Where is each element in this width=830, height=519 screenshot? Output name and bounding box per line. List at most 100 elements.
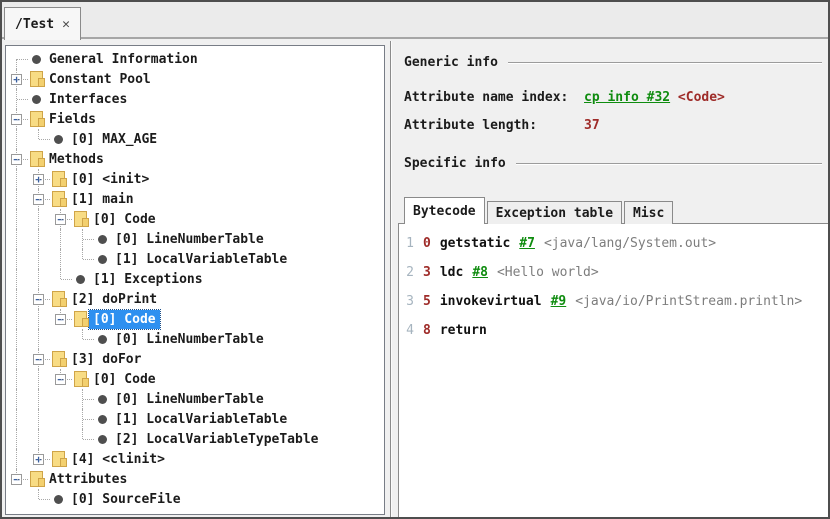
- bullet-icon: [98, 335, 107, 344]
- tree-node[interactable]: + [4] <clinit>: [6, 449, 384, 469]
- tree-node[interactable]: [1] LocalVariableTable: [6, 409, 384, 429]
- tree-node-label[interactable]: [1] LocalVariableTable: [111, 410, 291, 429]
- tree-node[interactable]: General Information: [6, 49, 384, 69]
- bytecode-panel[interactable]: 10getstatic#7<java/lang/System.out>23ldc…: [398, 223, 828, 517]
- constant-ref-link[interactable]: #9: [551, 294, 567, 309]
- tree-node[interactable]: − [1] main: [6, 189, 384, 209]
- collapse-icon[interactable]: −: [55, 214, 66, 225]
- tree-node-label[interactable]: Attributes: [45, 470, 131, 489]
- bullet-icon: [54, 135, 63, 144]
- tree-node-label[interactable]: [0] SourceFile: [67, 490, 185, 509]
- section-rule: [516, 163, 822, 165]
- tree-node-label[interactable]: [1] main: [67, 190, 138, 209]
- tree-node-label[interactable]: [2] doPrint: [67, 290, 161, 309]
- tree-guide: [6, 289, 28, 309]
- tree-guide: [6, 489, 28, 509]
- tree-node-label[interactable]: Constant Pool: [45, 70, 155, 89]
- collapse-icon[interactable]: −: [11, 114, 22, 125]
- bytecode-offset: 3: [423, 265, 431, 280]
- tree-guide: [50, 389, 72, 409]
- tree-node[interactable]: + Constant Pool: [6, 69, 384, 89]
- tree-node[interactable]: − [0] Code: [6, 369, 384, 389]
- tree-node-label[interactable]: [0] <init>: [67, 170, 153, 189]
- constant-ref-link[interactable]: #8: [472, 265, 488, 280]
- tree-node[interactable]: [0] SourceFile: [6, 489, 384, 509]
- tree-node-label[interactable]: Interfaces: [45, 90, 131, 109]
- tree-node-label[interactable]: [1] Exceptions: [89, 270, 207, 289]
- constant-ref-link[interactable]: #7: [519, 236, 535, 251]
- file-tab[interactable]: /Test ✕: [4, 7, 81, 40]
- folder-icon: [30, 151, 43, 167]
- tree-guide: [6, 429, 28, 449]
- tree-node[interactable]: − Fields: [6, 109, 384, 129]
- tree-node[interactable]: [0] MAX_AGE: [6, 129, 384, 149]
- collapse-icon[interactable]: −: [11, 154, 22, 165]
- tree-node-label[interactable]: [3] doFor: [67, 350, 145, 369]
- tree-node-label[interactable]: Methods: [45, 150, 108, 169]
- collapse-icon[interactable]: −: [33, 194, 44, 205]
- tree-guide: −: [28, 289, 50, 309]
- attribute-length-value: 37: [584, 112, 600, 140]
- section-rule: [508, 62, 822, 64]
- constant-pool-link[interactable]: cp info #32: [584, 90, 670, 105]
- tree-node-label[interactable]: [0] LineNumberTable: [111, 390, 268, 409]
- tree-node-label[interactable]: [0] Code: [89, 370, 160, 389]
- tree-node[interactable]: [2] LocalVariableTypeTable: [6, 429, 384, 449]
- collapse-icon[interactable]: −: [33, 294, 44, 305]
- tree-node-label[interactable]: General Information: [45, 50, 202, 69]
- tree-guide: +: [6, 69, 28, 89]
- tree-node[interactable]: [0] LineNumberTable: [6, 229, 384, 249]
- tree-node-label[interactable]: [1] LocalVariableTable: [111, 250, 291, 269]
- tree-node[interactable]: [1] Exceptions: [6, 269, 384, 289]
- tree-node[interactable]: Interfaces: [6, 89, 384, 109]
- class-structure-tree[interactable]: General Information + Constant PoolInterfa…: [5, 45, 385, 515]
- folder-icon: [52, 351, 65, 367]
- tree-node-label[interactable]: [4] <clinit>: [67, 450, 169, 469]
- expand-icon[interactable]: +: [33, 174, 44, 185]
- folder-icon: [52, 171, 65, 187]
- tab-bytecode[interactable]: Bytecode: [404, 197, 485, 224]
- tree-node-label[interactable]: [0] LineNumberTable: [111, 230, 268, 249]
- tree-node-label[interactable]: [2] LocalVariableTypeTable: [111, 430, 323, 449]
- tree-guide: [28, 329, 50, 349]
- tree-node[interactable]: [0] LineNumberTable: [6, 329, 384, 349]
- tree-node[interactable]: − Attributes: [6, 469, 384, 489]
- tree-node[interactable]: [0] LineNumberTable: [6, 389, 384, 409]
- tree-guide: [6, 129, 28, 149]
- tree-node[interactable]: − [0] Code: [6, 309, 384, 329]
- collapse-icon[interactable]: −: [55, 374, 66, 385]
- operand-comment: <java/lang/System.out>: [544, 236, 716, 251]
- expand-icon[interactable]: +: [33, 454, 44, 465]
- tab-exception-table[interactable]: Exception table: [487, 201, 622, 224]
- tab-misc[interactable]: Misc: [624, 201, 673, 224]
- expand-icon[interactable]: +: [11, 74, 22, 85]
- tree-node[interactable]: − [3] doFor: [6, 349, 384, 369]
- tree-node-label[interactable]: [0] LineNumberTable: [111, 330, 268, 349]
- specific-info-title: Specific info: [404, 156, 506, 171]
- tree-guide: [6, 409, 28, 429]
- collapse-icon[interactable]: −: [33, 354, 44, 365]
- opcode-mnemonic: invokevirtual: [440, 294, 542, 309]
- tree-node[interactable]: [1] LocalVariableTable: [6, 249, 384, 269]
- generic-info-section-header: Generic info: [404, 55, 822, 70]
- tree-guide: [50, 329, 72, 349]
- tree-node[interactable]: − [0] Code: [6, 209, 384, 229]
- tree-node[interactable]: + [0] <init>: [6, 169, 384, 189]
- operand-comment: <java/io/PrintStream.println>: [575, 294, 802, 309]
- collapse-icon[interactable]: −: [55, 314, 66, 325]
- tree-guide: [72, 229, 94, 249]
- tab-close-icon[interactable]: ✕: [62, 18, 70, 31]
- tree-node[interactable]: − Methods: [6, 149, 384, 169]
- tree-guide: [6, 229, 28, 249]
- tree-guide: [28, 429, 50, 449]
- tree-node-label[interactable]: Fields: [45, 110, 100, 129]
- tree-node-label[interactable]: [0] Code: [89, 310, 160, 329]
- bullet-icon: [32, 95, 41, 104]
- tree-guide: [6, 269, 28, 289]
- bytecode-viewer-window: /Test ✕ General Information + Constant Poo…: [0, 0, 830, 519]
- tree-node-label[interactable]: [0] Code: [89, 210, 160, 229]
- tree-node-label[interactable]: [0] MAX_AGE: [67, 130, 161, 149]
- tree-node[interactable]: − [2] doPrint: [6, 289, 384, 309]
- collapse-icon[interactable]: −: [11, 474, 22, 485]
- tree-guide: [6, 209, 28, 229]
